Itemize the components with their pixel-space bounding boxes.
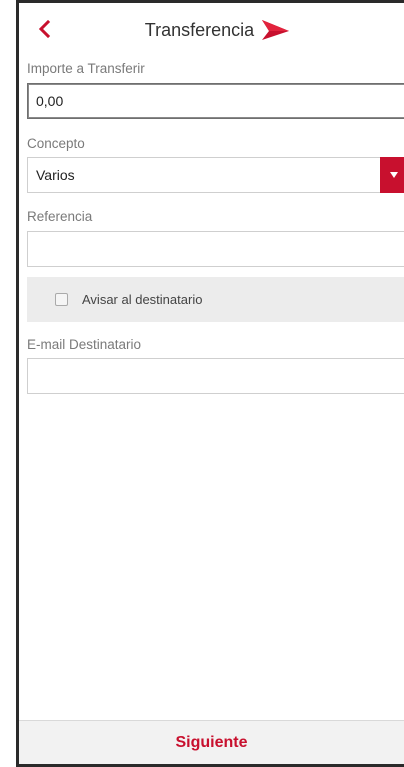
next-button[interactable]: Siguiente — [19, 720, 404, 764]
notify-recipient-row[interactable]: Avisar al destinatario — [27, 277, 404, 322]
concept-selected-value: Varios — [36, 167, 75, 183]
chevron-left-icon — [38, 20, 51, 38]
concept-dropdown-button[interactable] — [380, 157, 404, 193]
notify-recipient-checkbox[interactable] — [55, 293, 68, 306]
next-button-label: Siguiente — [175, 733, 248, 751]
email-label: E-mail Destinatario — [27, 337, 142, 352]
page-title: Transferencia — [144, 19, 255, 40]
caret-down-icon — [390, 172, 398, 178]
app-header: Transferencia — [19, 3, 404, 57]
concept-label: Concepto — [27, 136, 85, 151]
reference-input[interactable] — [27, 231, 404, 267]
reference-label: Referencia — [27, 209, 93, 224]
brand-arrow-logo-icon — [262, 20, 290, 40]
email-input[interactable] — [27, 358, 404, 394]
back-button[interactable] — [31, 15, 59, 43]
concept-select[interactable]: Varios — [27, 157, 404, 193]
phone-screen: Transferencia Importe a Transferir Conce… — [16, 0, 404, 767]
notify-recipient-label: Avisar al destinatario — [82, 292, 203, 307]
header-title-group: Transferencia — [145, 19, 290, 41]
amount-label: Importe a Transferir — [27, 61, 145, 76]
amount-input[interactable] — [27, 83, 404, 119]
